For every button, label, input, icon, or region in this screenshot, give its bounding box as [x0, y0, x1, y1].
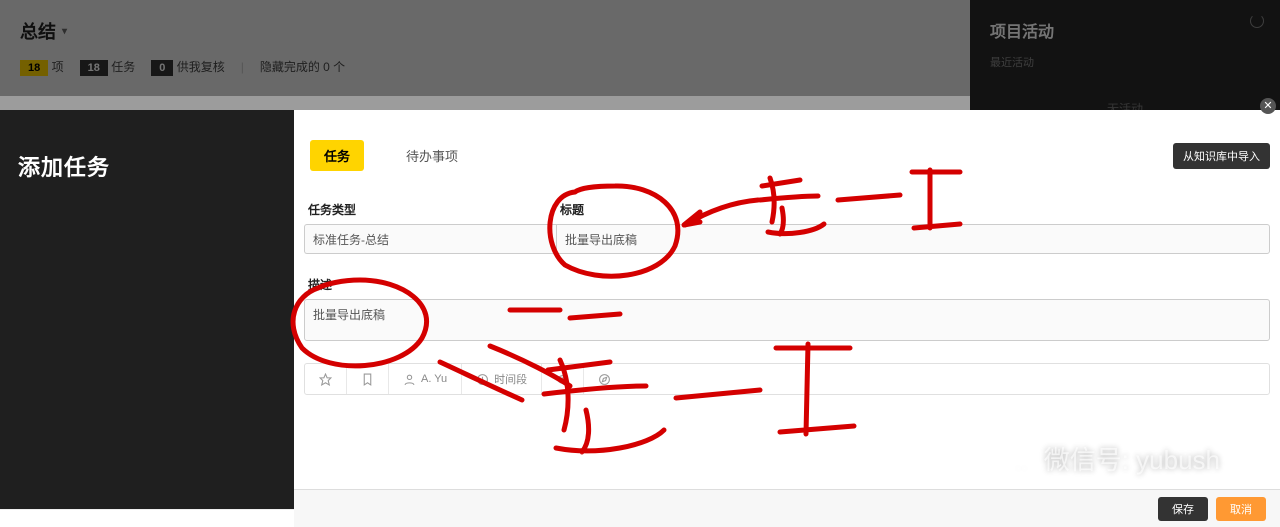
- bookmark-icon[interactable]: [347, 364, 389, 394]
- timespan-label: 时间段: [494, 371, 527, 387]
- meta-bar: A. Yu 时间段: [304, 363, 1270, 395]
- assignee-picker[interactable]: A. Yu: [389, 364, 462, 394]
- modal-tabs: 任务 待办事项 从知识库中导入: [304, 140, 1270, 171]
- modal-sidebar: 添加任务: [0, 110, 294, 527]
- compass-icon[interactable]: [584, 364, 625, 394]
- assignee-name: A. Yu: [421, 373, 447, 385]
- task-title-label: 标题: [556, 201, 1270, 218]
- task-type-select[interactable]: [304, 224, 556, 254]
- task-desc-label: 描述: [304, 276, 1270, 293]
- star-icon[interactable]: [305, 364, 347, 394]
- timespan-picker[interactable]: 时间段: [462, 364, 542, 394]
- import-from-kb-button[interactable]: 从知识库中导入: [1173, 143, 1270, 169]
- task-desc-input[interactable]: [304, 299, 1270, 341]
- close-icon[interactable]: ✕: [1260, 98, 1276, 114]
- modal-title: 添加任务: [18, 150, 276, 182]
- tab-todo[interactable]: 待办事项: [392, 140, 472, 171]
- eye-icon[interactable]: [542, 364, 584, 394]
- task-title-input[interactable]: [556, 224, 1270, 254]
- watermark: 微信号: yubush: [1010, 440, 1220, 477]
- task-type-label: 任务类型: [304, 201, 556, 218]
- tab-task[interactable]: 任务: [310, 140, 364, 171]
- cancel-button[interactable]: 取消: [1216, 497, 1266, 521]
- save-button[interactable]: 保存: [1158, 497, 1208, 521]
- wechat-icon: [1010, 447, 1038, 471]
- modal-footer: 保存 取消: [294, 489, 1280, 527]
